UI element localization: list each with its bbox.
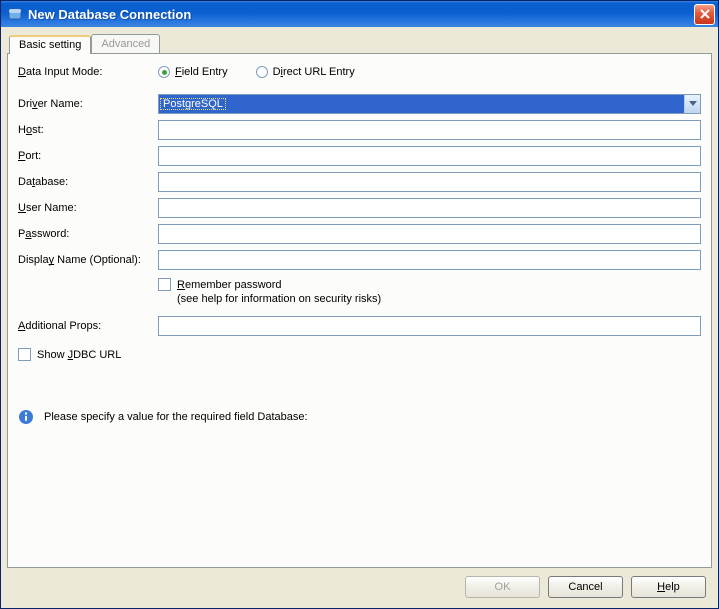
driver-name-value: PostgreSQL — [160, 98, 226, 110]
tab-basic-setting[interactable]: Basic setting — [9, 35, 91, 54]
show-jdbc-label: Show JDBC URL — [37, 349, 121, 361]
radio-label-direct-url: Direct URL Entry — [273, 66, 355, 78]
database-input[interactable] — [158, 172, 701, 192]
tab-panel-basic: Data Input Mode: Field Entry Direct URL … — [7, 53, 712, 568]
label-driver-name: Driver Name: — [18, 98, 158, 110]
chevron-down-icon — [684, 95, 700, 113]
info-row: Please specify a value for the required … — [18, 409, 701, 425]
info-icon — [18, 409, 34, 425]
remember-password-label: Remember password (see help for informat… — [177, 278, 381, 306]
remember-password-hint: (see help for information on security ri… — [177, 293, 381, 305]
radio-group-input-mode: Field Entry Direct URL Entry — [158, 66, 355, 78]
label-display-name: Display Name (Optional): — [18, 254, 158, 266]
close-button[interactable] — [694, 4, 715, 25]
app-icon — [7, 6, 23, 22]
label-password: Password: — [18, 228, 158, 240]
ok-button[interactable]: OK — [465, 576, 540, 598]
cancel-button[interactable]: Cancel — [548, 576, 623, 598]
label-additional-props: Additional Props: — [18, 320, 158, 332]
label-host: Host: — [18, 124, 158, 136]
radio-field-entry[interactable]: Field Entry — [158, 66, 228, 78]
radio-dot-icon — [256, 66, 268, 78]
radio-dot-icon — [158, 66, 170, 78]
button-bar: OK Cancel Help — [7, 568, 712, 602]
port-input[interactable] — [158, 146, 701, 166]
client-area: Basic setting Advanced Data Input Mode: … — [1, 27, 718, 608]
show-jdbc-checkbox[interactable] — [18, 348, 31, 361]
label-database: Database: — [18, 176, 158, 188]
remember-password-checkbox[interactable] — [158, 278, 171, 291]
tab-advanced[interactable]: Advanced — [91, 34, 160, 53]
dialog-window: New Database Connection Basic setting Ad… — [0, 0, 719, 609]
username-input[interactable] — [158, 198, 701, 218]
driver-name-select[interactable]: PostgreSQL — [158, 94, 701, 114]
titlebar: New Database Connection — [1, 1, 718, 27]
label-data-input-mode: Data Input Mode: — [18, 66, 158, 78]
additional-props-input[interactable] — [158, 316, 701, 336]
label-port: Port: — [18, 150, 158, 162]
window-title: New Database Connection — [28, 7, 694, 22]
help-button[interactable]: Help — [631, 576, 706, 598]
password-input[interactable] — [158, 224, 701, 244]
display-name-input[interactable] — [158, 250, 701, 270]
info-message: Please specify a value for the required … — [44, 411, 308, 423]
tabstrip: Basic setting Advanced — [7, 33, 712, 53]
radio-direct-url[interactable]: Direct URL Entry — [256, 66, 355, 78]
radio-label-field-entry: Field Entry — [175, 66, 228, 78]
host-input[interactable] — [158, 120, 701, 140]
label-username: User Name: — [18, 202, 158, 214]
show-jdbc-row: Show JDBC URL — [18, 348, 701, 361]
remember-password-row: Remember password (see help for informat… — [158, 278, 701, 306]
